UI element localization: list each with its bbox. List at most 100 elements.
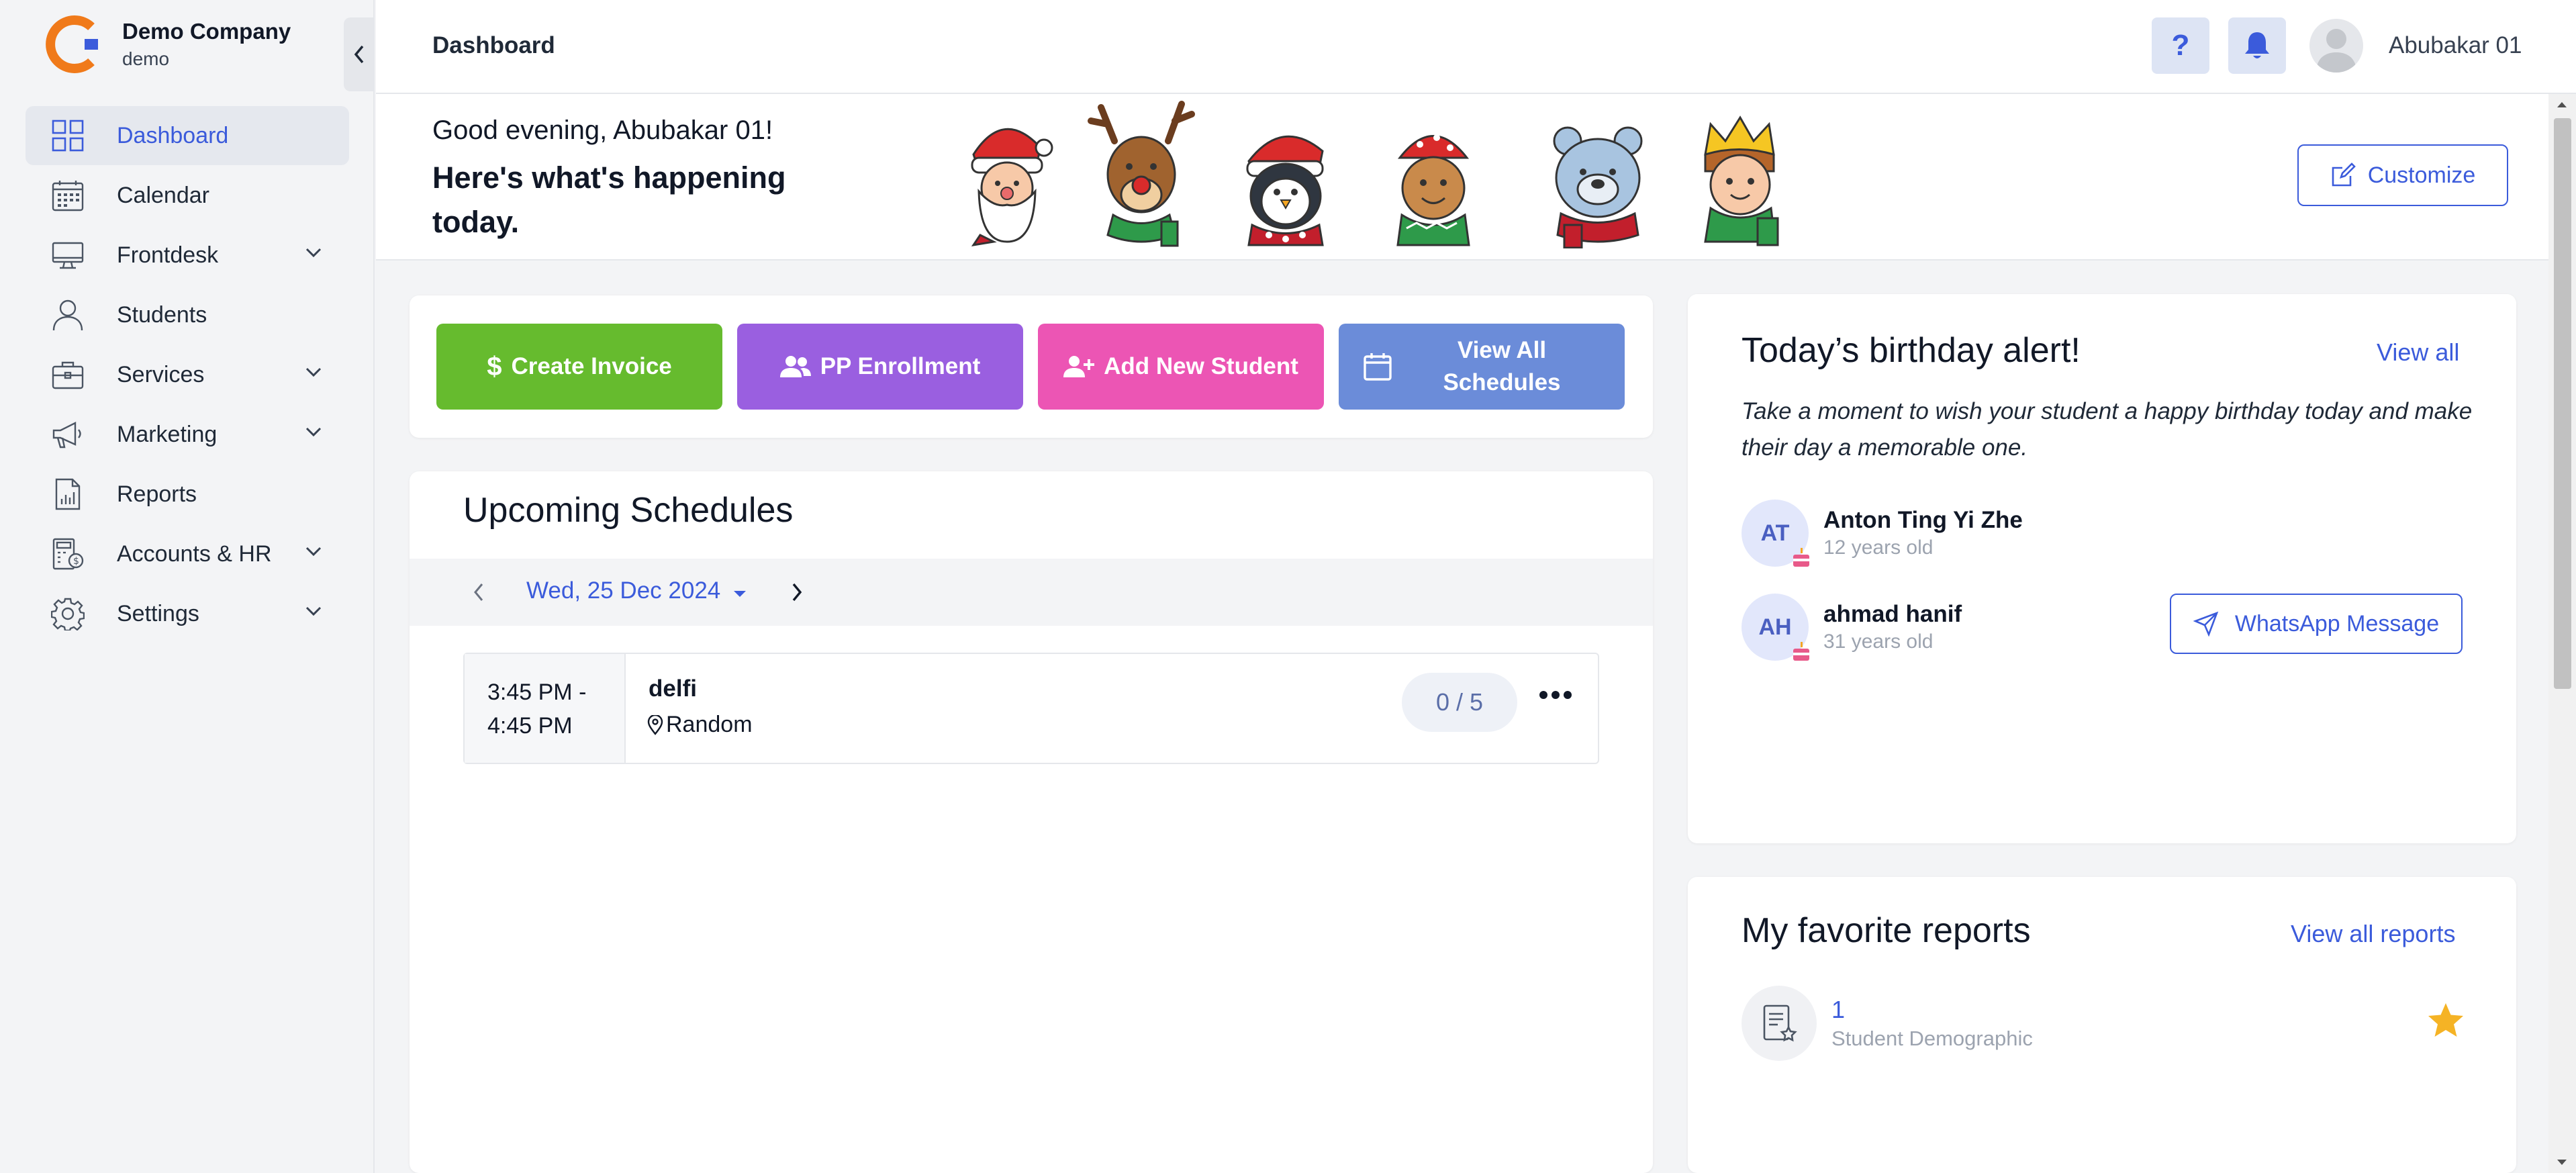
gingerbread-mascot-icon [1396,134,1470,246]
user-avatar[interactable] [2309,19,2363,73]
report-item[interactable]: 1 Student Demographic [1742,986,2033,1061]
add-new-student-button[interactable]: Add New Student [1038,324,1324,410]
sidebar-item-services[interactable]: Services [26,345,349,404]
sidebar: Demo Company demo Dashboard Calendar Fro… [0,0,375,1173]
brand[interactable]: Demo Company demo [44,13,291,75]
report-chart-icon [50,476,86,512]
sidebar-item-settings[interactable]: Settings [26,584,349,643]
sidebar-item-label: Frontdesk [117,242,219,268]
cake-icon [1793,642,1809,661]
holiday-mascots [953,94,1799,248]
customize-button[interactable]: Customize [2297,144,2508,206]
sidebar-item-label: Settings [117,600,199,626]
chevron-down-icon [305,248,322,258]
avatar: AH [1742,594,1809,661]
upcoming-schedules-card: Upcoming Schedules Wed, 25 Dec 2024 3:45… [410,471,1653,1173]
sidebar-item-reports[interactable]: Reports [26,465,349,524]
sidebar-item-label: Services [117,361,205,387]
pp-enrollment-button[interactable]: PP Enrollment [737,324,1023,410]
chevron-down-icon [305,606,322,616]
birthday-person[interactable]: AT Anton Ting Yi Zhe 12 years old [1742,500,2023,567]
svg-text:$: $ [73,556,79,567]
view-all-schedules-button[interactable]: View All Schedules [1339,324,1625,410]
reindeer-mascot-icon [1088,101,1195,247]
bell-icon [2245,32,2269,58]
help-button[interactable]: ? [2152,17,2209,74]
king-mascot-icon [1704,115,1779,246]
greeting-text: Good evening, Abubakar 01! [432,115,773,145]
user-name[interactable]: Abubakar 01 [2389,32,2522,59]
schedules-title: Upcoming Schedules [463,491,794,530]
penguin-mascot-icon [1246,135,1324,246]
create-invoice-button[interactable]: $ Create Invoice [436,324,722,410]
sidebar-item-label: Calendar [117,182,209,208]
help-icon: ? [2171,29,2190,62]
sidebar-item-label: Marketing [117,421,218,447]
chevron-left-icon [354,45,364,64]
avatar: AT [1742,500,1809,567]
report-number[interactable]: 1 [1831,996,2033,1024]
send-icon [2193,611,2219,637]
birthday-message: Take a moment to wish your student a hap… [1742,398,2473,461]
sidebar-item-frontdesk[interactable]: Frontdesk [26,226,349,285]
sidebar-nav: Dashboard Calendar Frontdesk Students Se… [26,106,349,644]
calendar-icon [50,177,86,214]
attendance-count[interactable]: 0 / 5 [1402,673,1517,732]
report-document-icon [1742,986,1817,1061]
date-selector[interactable]: Wed, 25 Dec 2024 [526,577,747,604]
megaphone-icon [50,416,86,453]
briefcase-icon [50,357,86,393]
sidebar-item-calendar[interactable]: Calendar [26,166,349,225]
collapse-sidebar-button[interactable] [344,17,375,91]
notifications-button[interactable] [2228,17,2286,74]
sidebar-item-students[interactable]: Students [26,285,349,344]
favorite-reports-card: My favorite reports View all reports 1 S… [1688,877,2516,1173]
schedule-time: 3:45 PM - 4:45 PM [465,654,626,763]
person-age: 31 years old [1823,630,1934,653]
dashboard-grid-icon [50,118,86,154]
sidebar-item-accounts-hr[interactable]: $ Accounts & HR [26,524,349,583]
birthday-title: Today’s birthday alert! [1742,331,2081,370]
birthday-person[interactable]: AH ahmad hanif 31 years old [1742,594,1962,661]
whatsapp-message-button[interactable]: WhatsApp Message [2170,594,2463,654]
greeting-banner: Good evening, Abubakar 01! Here's what's… [376,94,2548,261]
schedule-item[interactable]: 3:45 PM - 4:45 PM delfi Random 0 / 5 [463,653,1599,764]
reports-title: My favorite reports [1742,911,2031,950]
person-name: Anton Ting Yi Zhe [1823,507,2023,533]
location-pin-icon [647,714,663,735]
next-day-icon[interactable] [787,579,807,606]
scroll-up-icon[interactable] [2548,97,2576,111]
person-name: ahmad hanif [1823,601,1962,627]
edit-icon [2332,162,2356,187]
sidebar-item-marketing[interactable]: Marketing [26,405,349,464]
view-all-reports-link[interactable]: View all reports [2291,920,2455,948]
chevron-down-icon [305,427,322,437]
scrollbar-thumb[interactable] [2554,118,2571,689]
page-title: Dashboard [432,32,555,58]
scroll-down-icon[interactable] [2548,1156,2576,1170]
report-name: Student Demographic [1831,1027,2033,1050]
sidebar-item-dashboard[interactable]: Dashboard [26,106,349,165]
more-options-icon[interactable] [1539,690,1572,700]
user-plus-icon [1063,356,1095,377]
santa-mascot-icon [971,128,1053,247]
favorite-star-icon[interactable] [2426,1002,2465,1039]
greeting-headline: Here's what's happening today. [432,160,786,239]
bear-mascot-icon [1553,126,1643,248]
chevron-down-icon [305,367,322,377]
previous-day-icon[interactable] [469,579,489,606]
page-scrollbar[interactable] [2548,94,2576,1173]
chevron-down-icon [305,547,322,557]
gear-icon [50,596,86,632]
schedule-location: Random [647,712,753,738]
view-all-birthdays-link[interactable]: View all [2377,338,2459,367]
monitor-icon [50,237,86,273]
company-subdomain: demo [122,48,170,69]
caret-down-icon [734,591,746,597]
schedule-name: delfi [649,675,697,702]
birthday-alert-card: Today’s birthday alert! View all Take a … [1688,294,2516,843]
cake-icon [1793,548,1809,567]
sidebar-item-label: Students [117,301,207,328]
sidebar-item-label: Accounts & HR [117,541,272,567]
accounts-icon: $ [50,536,86,572]
